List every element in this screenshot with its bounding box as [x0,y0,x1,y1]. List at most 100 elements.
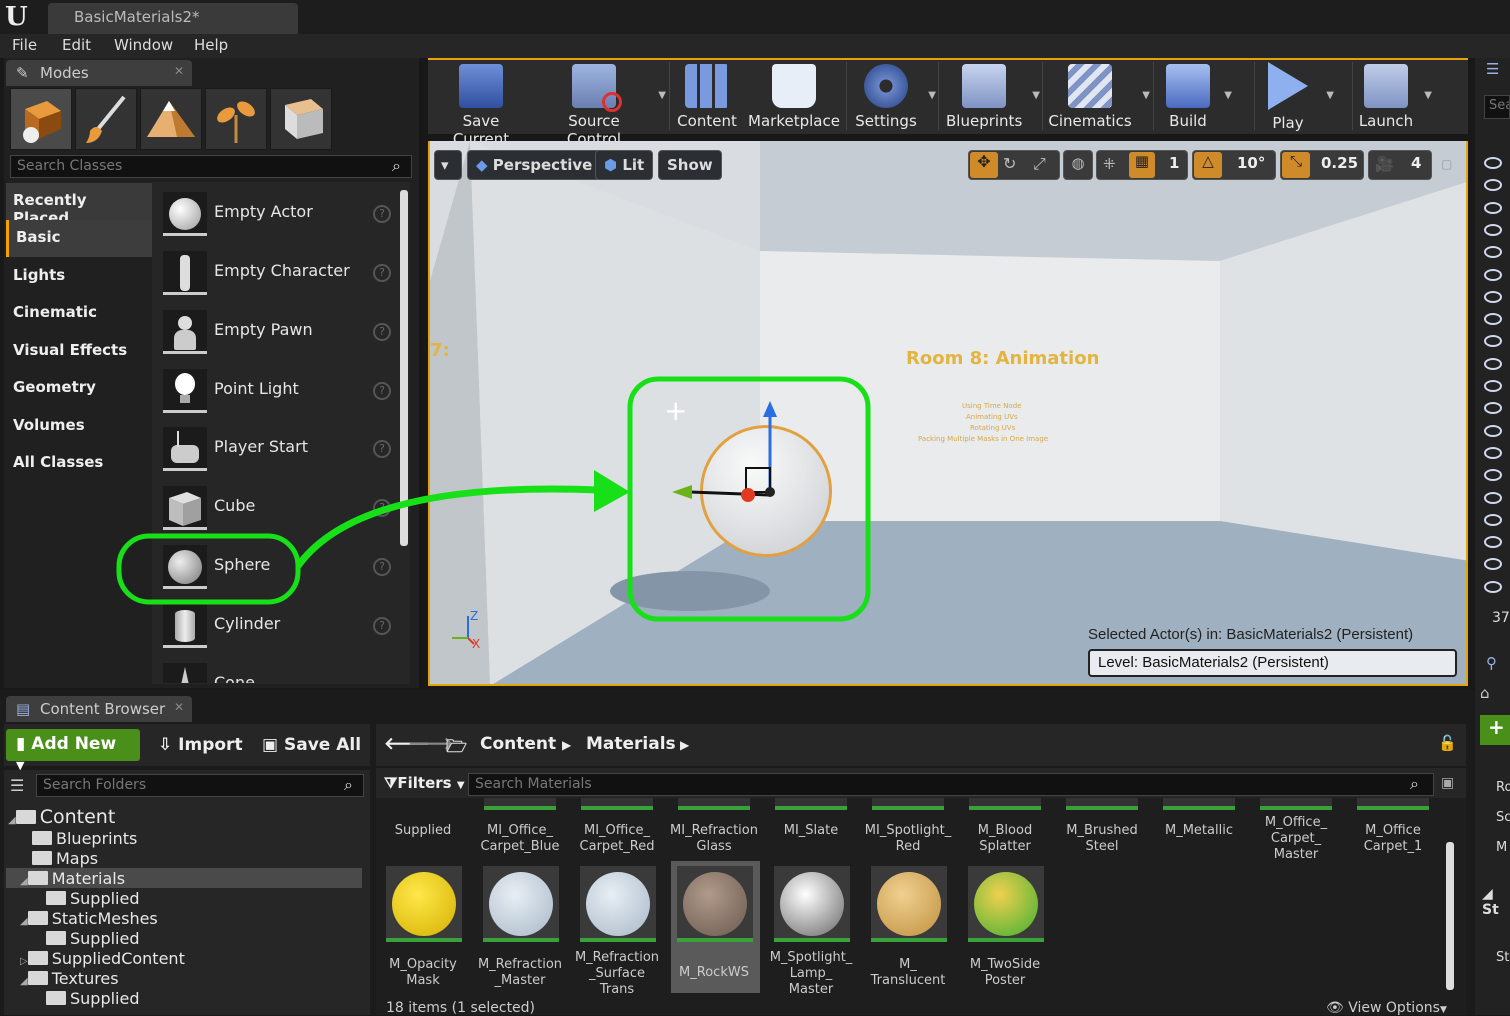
folder-suppliedcontent[interactable]: ▷ SuppliedContent [20,949,185,969]
expand-arrow-icon[interactable]: ◢ [8,815,16,826]
category-geometry[interactable]: Geometry [6,370,152,407]
dropdown-arrow-icon[interactable]: ▼ [1424,90,1432,101]
asset-thumbnail[interactable] [872,798,944,810]
close-icon[interactable]: ✕ [174,64,184,78]
asset-thumbnail[interactable] [677,866,753,942]
visibility-eye-icon[interactable] [1484,514,1502,526]
visibility-eye-icon[interactable] [1484,157,1502,169]
asset-thumbnail[interactable] [483,866,559,942]
filters-button[interactable]: ⧩Filters ▼ [384,774,465,792]
asset-thumbnail[interactable] [774,866,850,942]
add-component-button[interactable]: + [1480,715,1510,745]
home-icon[interactable]: ⌂ [1480,684,1490,702]
save-current-button[interactable]: Save Current [433,60,529,148]
visibility-eye-icon[interactable] [1484,581,1502,593]
outliner-search-input[interactable]: Sea [1484,95,1510,119]
asset-thumbnail[interactable] [1260,798,1332,810]
search-classes-input[interactable]: Search Classes [10,155,412,178]
asset-thumbnail[interactable] [775,798,847,810]
visibility-eye-icon[interactable] [1484,402,1502,414]
folder-supplied-meshes[interactable]: Supplied [46,929,140,949]
visibility-eye-icon[interactable] [1484,447,1502,459]
world-space-button[interactable]: ◍ [1063,150,1093,180]
angle-icon[interactable]: △ [1194,152,1222,178]
perspective-button[interactable]: ◆ Perspective [467,150,602,180]
viewport-options-button[interactable]: ▾ [434,150,462,180]
blueprints-button[interactable]: Blueprints ▼ [946,60,1040,134]
place-item-cylinder[interactable]: Cylinder ? [160,600,398,655]
asset-scrollbar[interactable] [1446,842,1454,990]
menu-window[interactable]: Window [114,36,173,54]
scale-snap-value[interactable]: 0.25 [1321,154,1358,172]
place-item-empty-pawn[interactable]: Empty Pawn ? [160,306,398,361]
visibility-eye-icon[interactable] [1484,335,1502,347]
place-item-sphere[interactable]: Sphere ? [160,541,398,596]
maximize-viewport-icon[interactable]: ▢ [1441,157,1452,171]
scale-snap-icon[interactable]: ⤡ [1282,152,1310,178]
menu-help[interactable]: Help [194,36,228,54]
dropdown-arrow-icon[interactable]: ▼ [1326,90,1334,101]
asset-thumbnail[interactable] [678,798,750,810]
visibility-eye-icon[interactable] [1484,536,1502,548]
add-new-button[interactable]: ▮ Add New ▼ [6,729,140,772]
asset-thumbnail[interactable] [484,798,556,810]
help-icon[interactable]: ? [373,382,391,400]
content-button[interactable]: Content [676,60,738,134]
help-icon[interactable]: ? [373,323,391,341]
category-recently-placed[interactable]: Recently Placed [6,183,152,227]
dropdown-arrow-icon[interactable]: ▼ [1032,90,1040,101]
folder-staticmeshes[interactable]: ◢ StaticMeshes [20,909,158,929]
play-button[interactable]: Play ▼ [1260,60,1334,134]
folder-supplied-materials[interactable]: Supplied [46,889,140,909]
asset-thumbnail[interactable] [386,866,462,942]
visibility-eye-icon[interactable] [1484,358,1502,370]
placeable-scrollbar[interactable] [400,190,408,546]
visibility-eye-icon[interactable] [1484,425,1502,437]
grid-icon[interactable]: ▦ [1129,152,1155,178]
category-all-classes[interactable]: All Classes [6,445,152,482]
search-folders-input[interactable]: Search Folders [36,774,364,797]
modes-tab[interactable]: ✎ Modes ✕ [6,60,192,86]
visibility-eye-icon[interactable] [1484,179,1502,191]
save-search-icon[interactable]: ▣ [1441,775,1454,791]
visibility-eye-icon[interactable] [1484,558,1502,570]
category-volumes[interactable]: Volumes [6,408,152,445]
surface-snap-icon[interactable]: ⁜ [1103,155,1116,173]
folder-maps[interactable]: Maps [32,849,98,869]
rotate-icon[interactable]: ↻ [1003,154,1016,173]
help-icon[interactable]: ? [373,440,391,458]
asset-thumbnail[interactable] [580,866,656,942]
dropdown-arrow-icon[interactable]: ▼ [1224,90,1232,101]
category-basic[interactable]: Basic [6,220,152,257]
folder-supplied-textures[interactable]: Supplied [46,989,140,1009]
dropdown-arrow-icon[interactable]: ▼ [658,90,666,101]
view-options-button[interactable]: 👁 View Options▼ [1326,1000,1447,1016]
visibility-eye-icon[interactable] [1484,291,1502,303]
asset-thumbnail[interactable] [969,798,1041,810]
breadcrumb-separator-icon[interactable]: ▶ [562,738,571,752]
launch-button[interactable]: Launch ▼ [1358,60,1432,134]
lock-icon[interactable]: 🔓 [1438,734,1457,752]
visibility-eye-icon[interactable] [1484,313,1502,325]
place-item-empty-character[interactable]: Empty Character ? [160,247,398,302]
paint-mode-button[interactable] [75,88,137,150]
asset-thumbnail[interactable] [871,866,947,942]
place-item-player-start[interactable]: Player Start ? [160,423,398,478]
expand-arrow-icon[interactable]: ◢ [20,976,28,987]
asset-thumbnail[interactable] [1066,798,1138,810]
folder-textures[interactable]: ◢ Textures [20,969,119,989]
translate-icon[interactable]: ✥ [970,152,998,178]
visibility-eye-icon[interactable] [1484,492,1502,504]
breadcrumb-materials[interactable]: Materials [586,734,676,754]
category-cinematic[interactable]: Cinematic [6,295,152,332]
search-materials-input[interactable]: Search Materials [468,773,1434,796]
dropdown-arrow-icon[interactable]: ▼ [928,90,936,101]
help-icon[interactable]: ? [373,558,391,576]
import-button[interactable]: ⇩ Import [158,735,243,755]
category-lights[interactable]: Lights [6,258,152,295]
place-item-empty-actor[interactable]: Empty Actor ? [160,188,398,243]
expand-arrow-icon[interactable]: ◢ [20,876,28,887]
dropdown-arrow-icon[interactable]: ▼ [1142,90,1150,101]
outliner-icon[interactable]: ☰ [1486,60,1499,78]
landscape-mode-button[interactable] [140,88,202,150]
